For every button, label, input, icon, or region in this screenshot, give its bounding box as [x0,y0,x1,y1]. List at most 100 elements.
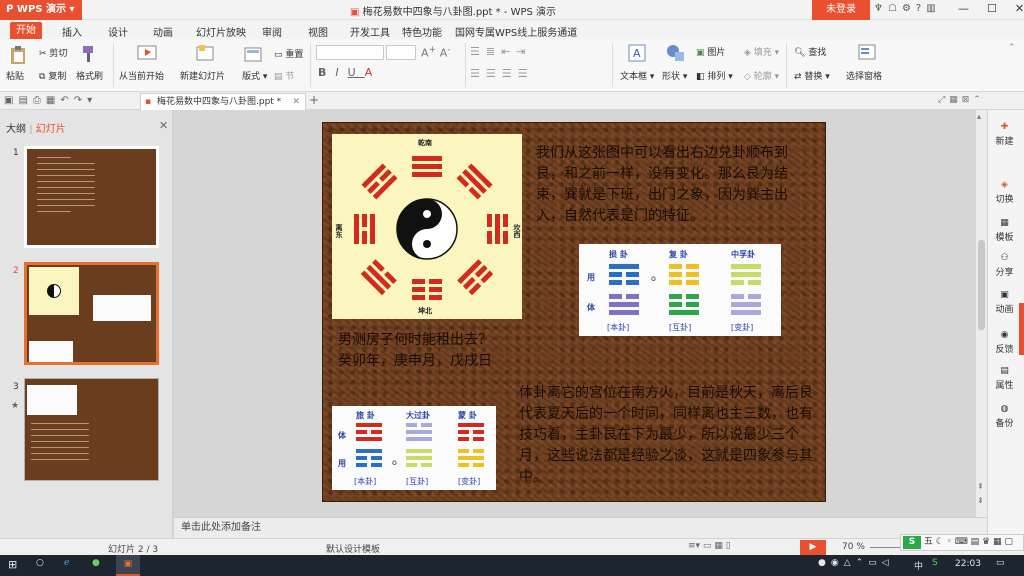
selection-pane-icon[interactable] [858,44,876,65]
italic-icon[interactable]: I [335,66,347,79]
section-button[interactable]: ▤ 节 [274,69,294,82]
minimize-icon[interactable]: — [958,2,969,15]
picture-button[interactable]: ▣ 图片 [696,45,725,58]
format-painter-icon[interactable] [80,45,96,66]
copy-button[interactable]: ⧉ 复制 [39,69,66,82]
help-icon[interactable]: ? [916,3,921,14]
new-slide-icon[interactable] [195,44,215,67]
font-style-buttons[interactable]: BIUA [318,66,381,79]
play-from-current-icon[interactable] [137,44,157,67]
tab-home[interactable]: 开始 [10,22,42,39]
new-panel-button[interactable]: ✚ 新建 [988,122,1021,147]
scroll-next-icon[interactable]: ⇟ [977,496,984,505]
tab-insert[interactable]: 插入 [62,24,82,39]
paste-label[interactable]: 粘贴 [6,69,24,82]
close-panel-icon[interactable]: ✕ [159,119,168,132]
normal-view-icon[interactable]: ▭ [703,541,712,551]
align-tools-icon[interactable]: ☰☰☰☰ [470,67,533,80]
app-menu-button[interactable]: ᑭ WPS 演示 ▾ [0,0,82,20]
zoom-slider[interactable] [870,547,900,548]
transition-panel-button[interactable]: ◈ 切换 [988,180,1021,205]
reading-view-icon[interactable]: ▯ [726,541,731,551]
tab-developer[interactable]: 开发工具 [350,24,390,39]
scroll-thumb[interactable] [978,240,985,330]
textbox-icon[interactable]: A [628,44,646,65]
open-icon[interactable]: ▣ [4,95,18,106]
tile-icon[interactable]: ▥ [926,3,935,14]
tab-slides[interactable]: 幻灯片 [36,124,66,135]
slide-question-line2[interactable]: 癸卯年，庚申月，戊戌日 [338,351,492,372]
properties-panel-button[interactable]: ▤ 属性 [988,366,1021,391]
app-icon[interactable]: ● [92,558,100,568]
vertical-scrollbar[interactable]: ▴ ⇞ ⇟ [975,110,987,517]
windows-start-icon[interactable]: ⊞ [8,558,17,571]
format-painter-label[interactable]: 格式刷 [76,69,103,82]
notification-icon[interactable]: ▭ [996,558,1005,568]
current-slide[interactable]: 乾南 坤北 离东 坎西 我们从这张图中可以看出右边兑卦顺布到艮，和之前一样，没有… [322,122,826,502]
slide-thumb-3[interactable]: ━━━━━━━━━━━━━━━━━━━━━━━━ ━━━━━━━━━━━━━━━━… [24,378,159,481]
tab-view[interactable]: 视图 [308,24,328,39]
print-icon[interactable]: ⎙ [33,95,46,106]
preview-icon[interactable]: ▦ [46,95,60,106]
quick-access-icons[interactable]: ▣▤⎙▦↶↷▾ [4,95,97,106]
wps-taskbar-icon[interactable]: ▣ [116,555,140,576]
paste-button[interactable] [6,45,30,65]
search-icon[interactable]: ○ [36,558,44,568]
shape-button[interactable]: 形状 ▾ [662,69,687,82]
scroll-prev-icon[interactable]: ⇞ [977,482,984,491]
ime-toolbar[interactable]: S 五 ☾ ◦ ⌨ ▤ ♛ ▦ ▢ [900,534,1024,551]
font-name-box[interactable] [316,45,384,60]
slide-thumb-2[interactable] [24,262,159,365]
from-current-button[interactable]: 从当前开始 [119,69,164,82]
login-button[interactable]: 未登录 [812,0,870,20]
paragraph-tools-icon[interactable]: ☰≣⇤⇥ [470,45,532,58]
save-icon[interactable]: ▤ [18,95,32,106]
arrange-button[interactable]: ◧ 排列 ▾ [696,69,733,82]
redo-icon[interactable]: ↷ [74,95,87,106]
outline-button[interactable]: ◇ 轮廓 ▾ [744,69,779,82]
sogou-tray-icon[interactable]: S [932,558,938,568]
textbox-button[interactable]: 文本框 ▾ [620,69,654,82]
notes-pane[interactable]: 单击此处添加备注 [174,517,987,538]
underline-icon[interactable]: U [348,66,365,79]
collapse-ribbon-icon[interactable]: ⌃ [1008,43,1016,53]
edge-icon[interactable]: ℯ [64,558,69,568]
template-panel-button[interactable]: ▦ 模板 [988,218,1021,243]
tab-features[interactable]: 特色功能 [402,24,442,39]
backup-panel-button[interactable]: ◍ 备份 [988,404,1021,429]
replace-button[interactable]: ⇄ 替换 ▾ [794,69,830,82]
scroll-up-icon[interactable]: ▴ [977,112,981,121]
view-buttons[interactable]: ≡▾ ▭ ▦ ▯ [688,541,731,551]
share-panel-button[interactable]: ⚇ 分享 [988,253,1021,278]
slide-text-bottom[interactable]: 体卦离它的宫位在南方火，目前是秋天，离后艮代表夏天后的一个时间，同样离也主三数，… [519,383,813,488]
zoom-level[interactable]: 70 % [842,542,865,552]
new-slide-button[interactable]: 新建幻灯片 [180,69,225,82]
slide-text-top[interactable]: 我们从这张图中可以看出右边兑卦顺布到艮，和之前一样，没有变化。那么艮为结束，巽就… [536,143,794,227]
find-button[interactable]: 🔍︎ 查找 [794,45,826,58]
bold-icon[interactable]: B [318,66,335,79]
tab-slideshow[interactable]: 幻灯片放映 [196,24,246,39]
tab-animation[interactable]: 动画 [153,24,173,39]
doc-tools-icons[interactable]: ⤢▦⊠⌃ [938,95,985,105]
shirt-icon[interactable]: ☖ [888,3,897,14]
font-size-box[interactable] [386,45,416,60]
tab-outline[interactable]: 大纲 [6,124,26,135]
tab-design[interactable]: 设计 [108,24,128,39]
font-color-icon[interactable]: A [365,66,382,79]
document-tab[interactable]: ▪ 梅花易数中四象与八卦图.ppt * ✕ [140,93,306,110]
play-slideshow-button[interactable]: ▶ [800,540,826,555]
layout-icon[interactable] [244,47,262,66]
tab-review[interactable]: 审阅 [262,24,282,39]
ime-indicator[interactable]: 中 [914,559,923,572]
undo-icon[interactable]: ↶ [60,95,73,106]
settings-icon[interactable]: ⚙ [902,3,911,14]
reset-button[interactable]: ▭ 重置 [274,47,303,60]
layout-button[interactable]: 版式 ▾ [242,69,267,82]
tab-service[interactable]: 国网专属WPS线上服务通道 [455,24,577,39]
font-grow-icon[interactable]: A+ A- [421,44,451,60]
close-tab-icon[interactable]: ✕ [292,94,300,110]
slide-thumb-1[interactable]: ━━━━━━━━━━━━━━ ━━━━━━━━━━━━━━━━━━━━━━━━ ━━… [24,146,159,248]
maximize-icon[interactable]: ☐ [987,2,997,15]
skin-icon[interactable]: ♆ [874,3,883,14]
selection-pane-button[interactable]: 选择窗格 [846,69,882,82]
